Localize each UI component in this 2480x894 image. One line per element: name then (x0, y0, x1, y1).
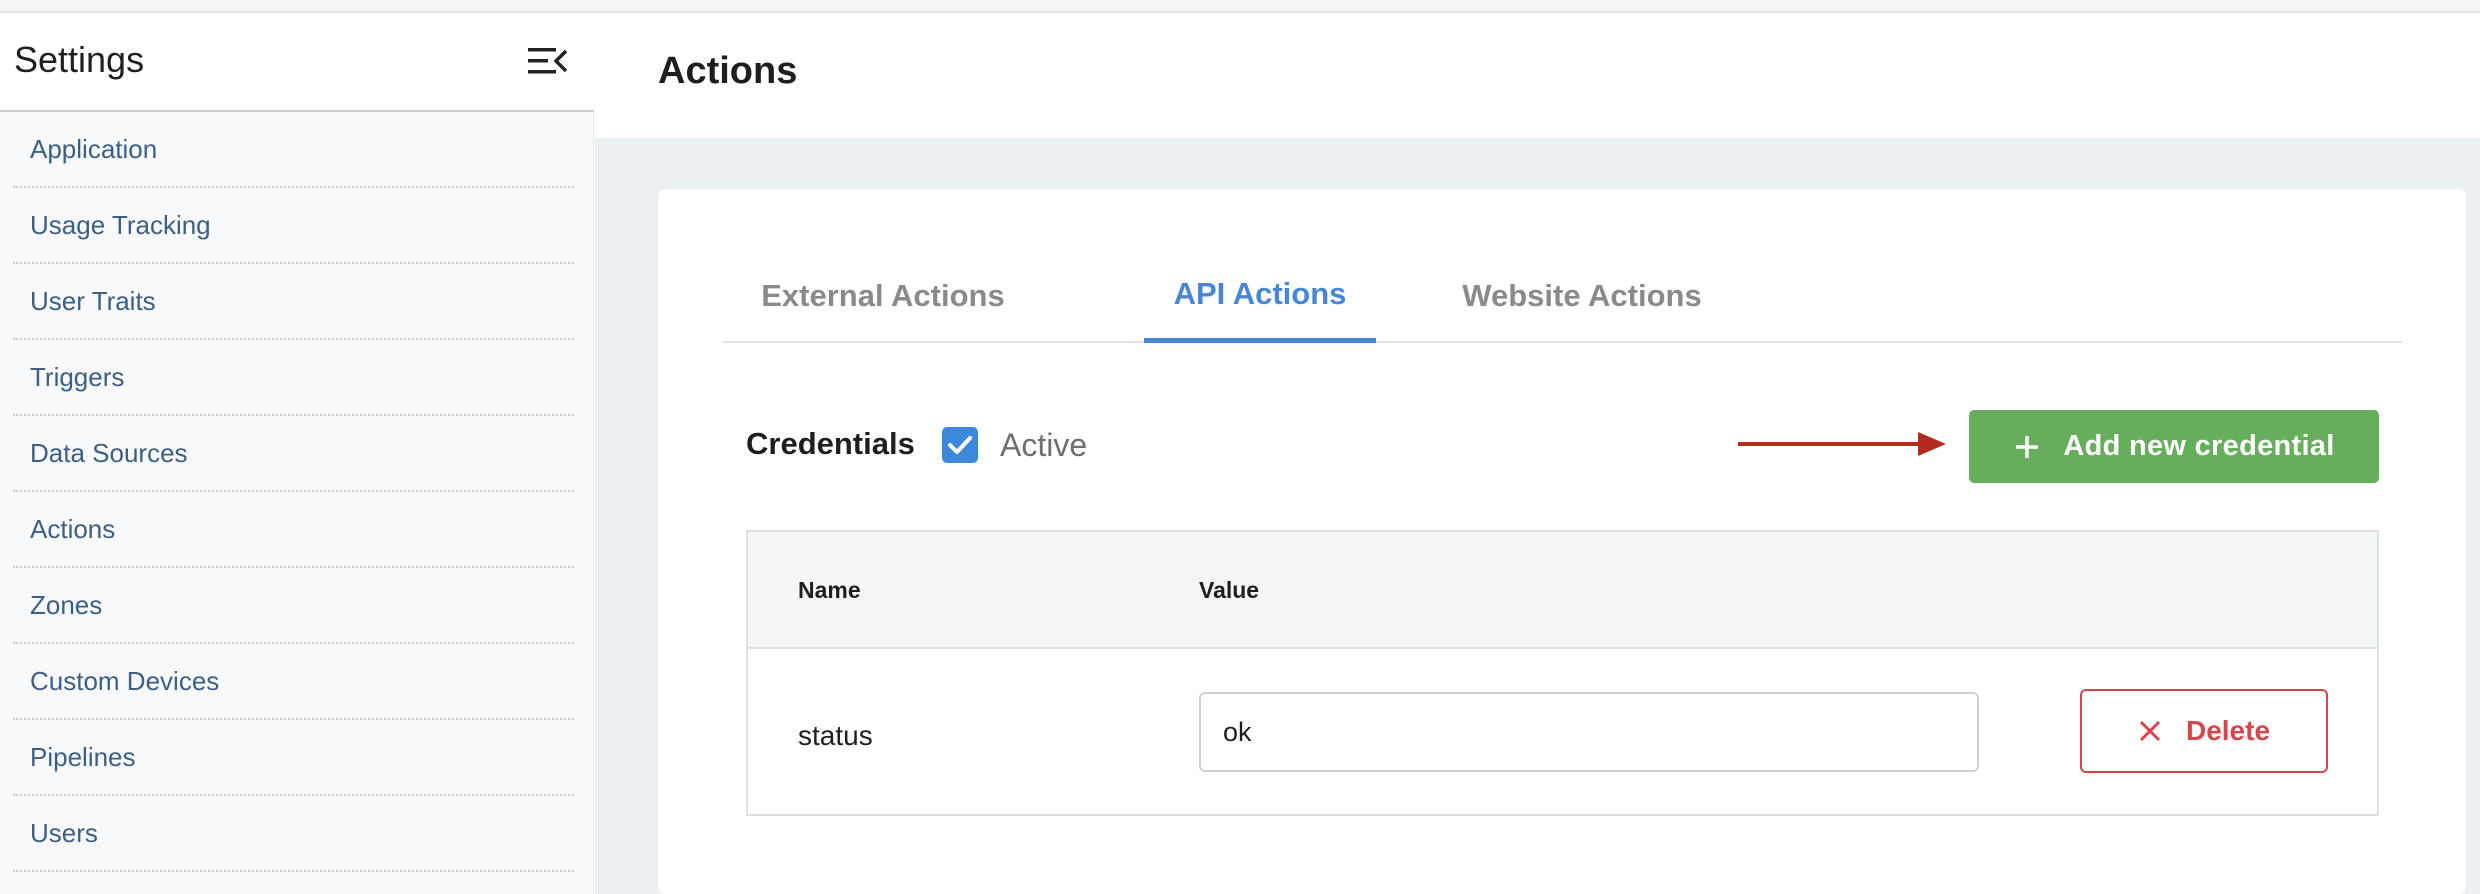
sidebar-item-triggers[interactable]: Triggers (13, 340, 574, 416)
actions-card: External Actions API Actions Website Act… (658, 189, 2466, 894)
sidebar-item-user-traits[interactable]: User Traits (13, 264, 574, 340)
tab-api-actions[interactable]: API Actions (1144, 249, 1376, 343)
add-new-credential-button[interactable]: Add new credential (1969, 410, 2379, 483)
table-header: Name Value (748, 532, 2377, 649)
tab-website-actions[interactable]: Website Actions (1436, 249, 1728, 343)
page-title: Actions (658, 50, 798, 92)
sidebar-item-label: Pipelines (30, 741, 136, 772)
active-label: Active (1000, 427, 1088, 463)
sidebar-nav: Application Usage Tracking User Traits T… (13, 112, 574, 872)
sidebar-item-label: Triggers (30, 361, 125, 392)
sidebar-item-label: User Traits (30, 285, 156, 316)
sidebar-item-label: Usage Tracking (30, 209, 211, 240)
sidebar-item-label: Custom Devices (30, 665, 220, 696)
active-checkbox[interactable] (942, 427, 978, 463)
sidebar-item-custom-devices[interactable]: Custom Devices (13, 644, 574, 720)
sidebar-item-zones[interactable]: Zones (13, 568, 574, 644)
sidebar-item-actions[interactable]: Actions (13, 492, 574, 568)
delete-button[interactable]: Delete (2080, 689, 2328, 773)
credentials-label: Credentials (746, 426, 915, 461)
delete-label: Delete (2185, 715, 2271, 746)
annotation-arrow-icon (1738, 432, 1946, 456)
checkmark-icon (948, 436, 972, 454)
sidebar-item-label: Actions (30, 513, 116, 544)
sidebar-item-usage-tracking[interactable]: Usage Tracking (13, 188, 574, 264)
tab-external-actions[interactable]: External Actions (722, 249, 1044, 343)
plus-icon (2016, 435, 2039, 458)
credential-value-input[interactable] (1199, 692, 1979, 772)
sidebar-item-pipelines[interactable]: Pipelines (13, 720, 574, 796)
credentials-table: Name Value status Delete (746, 530, 2379, 816)
collapse-menu-icon[interactable] (526, 43, 570, 79)
tab-bar: External Actions API Actions Website Act… (722, 249, 2402, 343)
sidebar-item-data-sources[interactable]: Data Sources (13, 416, 574, 492)
sidebar-item-application[interactable]: Application (13, 112, 574, 188)
sidebar-item-label: Users (30, 817, 98, 848)
browser-top-strip (0, 0, 2480, 13)
sidebar-header: Settings (0, 13, 594, 112)
sidebar-item-users[interactable]: Users (13, 796, 574, 872)
sidebar-title: Settings (14, 39, 145, 80)
sidebar-item-label: Zones (30, 589, 103, 620)
close-icon (2139, 720, 2161, 742)
sidebar-item-label: Data Sources (30, 437, 188, 468)
credential-name: status (798, 720, 873, 751)
add-new-credential-label: Add new credential (2063, 430, 2335, 462)
column-header-name: Name (798, 577, 861, 603)
sidebar-item-label: Application (30, 133, 158, 164)
sidebar: Settings Application Usage Tracking User… (0, 13, 594, 894)
column-header-value: Value (1199, 577, 1260, 603)
